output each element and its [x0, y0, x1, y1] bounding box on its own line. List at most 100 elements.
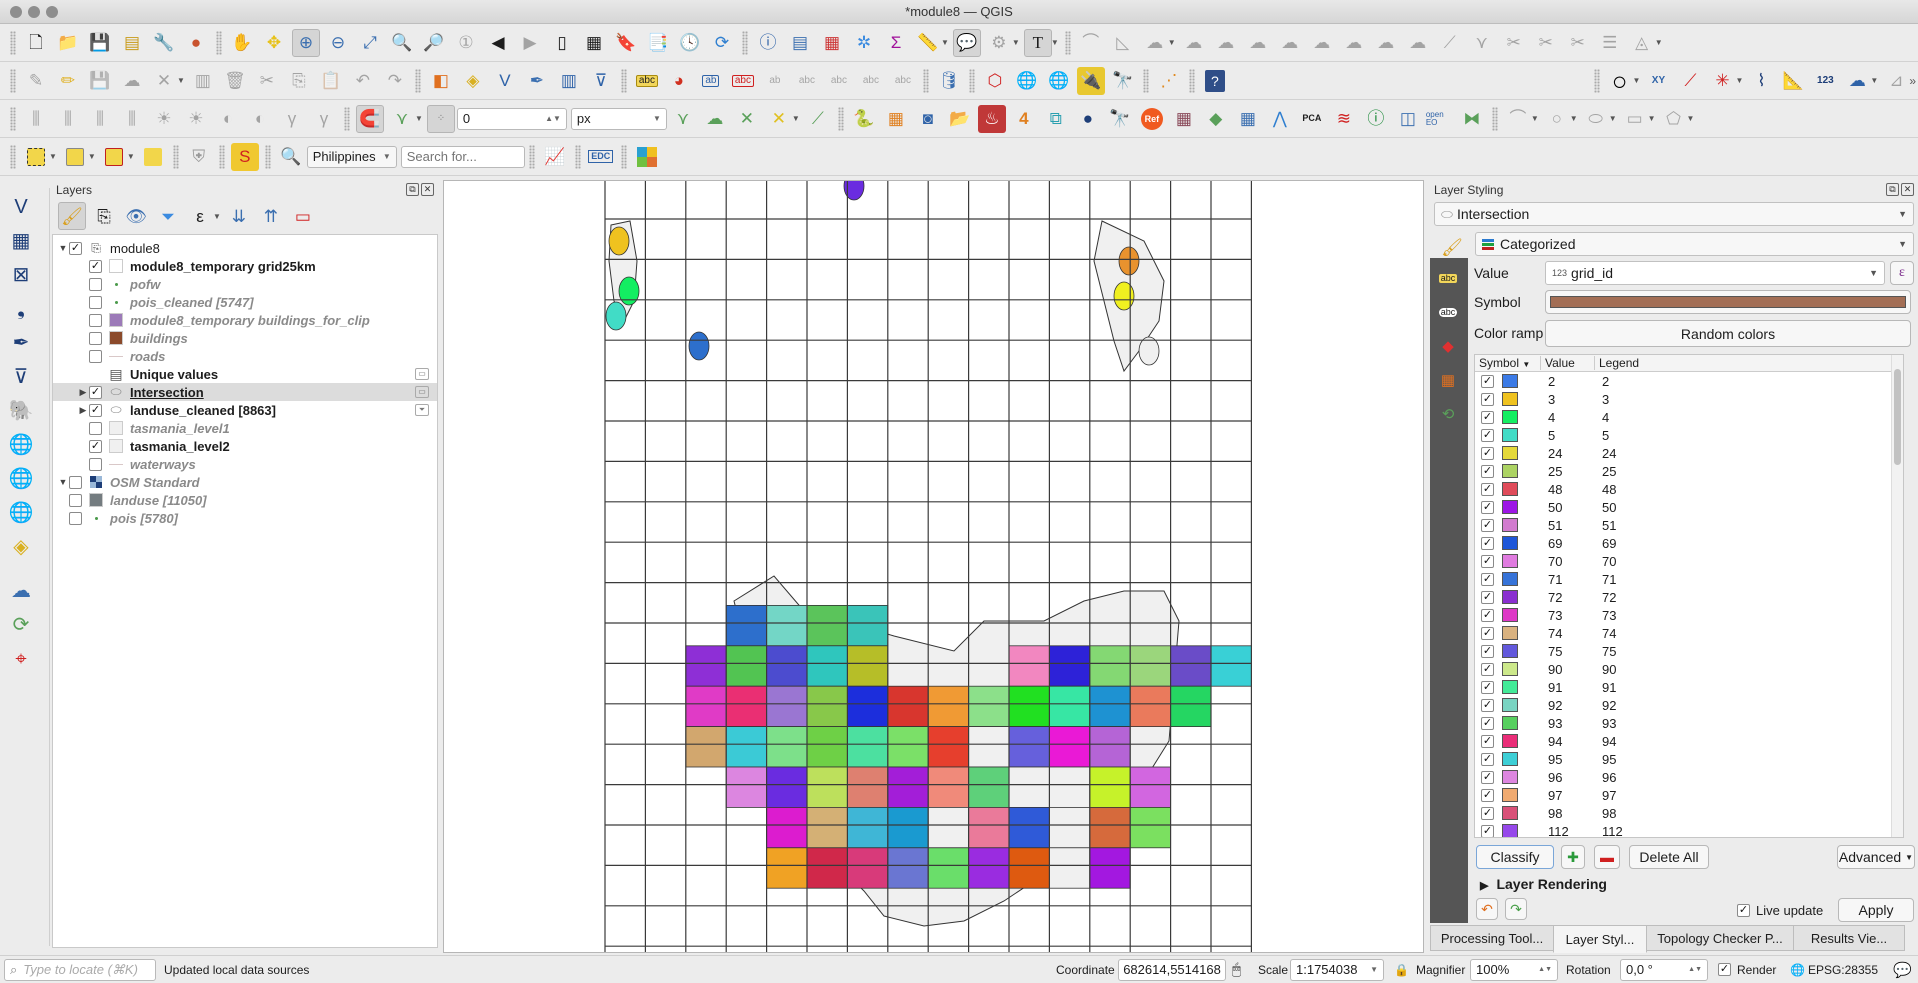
layer-visibility-checkbox[interactable]	[89, 277, 102, 291]
toolbar-grip[interactable]	[1188, 68, 1195, 93]
embedded-widget-icon[interactable]: ▭	[415, 368, 429, 380]
expand-arrow-icon[interactable]: ▶	[77, 387, 89, 398]
layer-tree-item[interactable]: ✓ module8_temporary grid25km	[53, 257, 437, 275]
category-checkbox[interactable]: ✓	[1481, 680, 1494, 694]
category-checkbox[interactable]: ✓	[1481, 590, 1494, 604]
renderer-select[interactable]: Categorized ▼	[1475, 232, 1914, 256]
layer-rendering-section[interactable]: ▶ Layer Rendering	[1480, 876, 1607, 892]
layer-tree-item[interactable]: landuse [11050]	[53, 491, 437, 509]
chevron-down-icon[interactable]: ▼	[49, 152, 57, 161]
reshape-features-icon[interactable]: ☁	[1141, 29, 1169, 57]
layer-visibility-checkbox[interactable]	[89, 331, 102, 345]
advanced-digitize-icon[interactable]: ⫼	[54, 105, 82, 133]
category-row[interactable]: ✓ 94 94	[1475, 732, 1903, 750]
snapping-tolerance-input[interactable]: 0 ▲▼	[456, 107, 567, 130]
category-color-swatch[interactable]	[1502, 662, 1518, 676]
lower-shadow-icon[interactable]: ◐	[246, 105, 274, 133]
intersection-tool-icon[interactable]: ✳	[1708, 67, 1736, 95]
raise-lighting-icon[interactable]: ☀	[150, 105, 178, 133]
digitize-segment-icon[interactable]: ⟋	[1676, 67, 1704, 95]
advanced-button[interactable]: Advanced ▼	[1837, 845, 1915, 869]
category-color-swatch[interactable]	[1502, 374, 1518, 388]
advanced-digitize-icon[interactable]: ⫼	[86, 105, 114, 133]
toolbar-grip[interactable]	[218, 144, 225, 169]
terrain-profile-icon[interactable]: ≋	[1330, 105, 1358, 133]
category-row[interactable]: ✓ 95 95	[1475, 750, 1903, 768]
category-color-swatch[interactable]	[1502, 482, 1518, 496]
lower-gamma-icon[interactable]: γ	[310, 105, 338, 133]
simplify-feature-icon[interactable]: ☁	[1212, 29, 1240, 57]
layer-visibility-checkbox[interactable]: ✓	[89, 403, 102, 417]
chevron-down-icon[interactable]: ▼	[1531, 114, 1539, 123]
snapping-magnet-icon[interactable]: 🧲	[356, 104, 384, 133]
layer-tree-item[interactable]: pois [5780]	[53, 509, 437, 527]
category-row[interactable]: ✓ 93 93	[1475, 714, 1903, 732]
zoom-last-icon[interactable]: ◀	[484, 29, 512, 57]
new-geopackage-icon[interactable]: ◈	[459, 67, 487, 95]
category-checkbox[interactable]: ✓	[1481, 806, 1494, 820]
dock-tab[interactable]: Topology Checker P...	[1646, 925, 1794, 951]
layer-tree-item[interactable]: buildings	[53, 329, 437, 347]
category-row[interactable]: ✓ 4 4	[1475, 408, 1903, 426]
category-row[interactable]: ✓ 74 74	[1475, 624, 1903, 642]
layer-select[interactable]: ⬭ Intersection ▼	[1434, 202, 1914, 226]
move-label-icon[interactable]: ab	[761, 67, 789, 95]
category-checkbox[interactable]: ✓	[1481, 734, 1494, 748]
paste-features-icon[interactable]: 📋	[317, 67, 345, 95]
layer-tree-item[interactable]: ▶ ✓ ⬭ Intersection ▭	[53, 383, 437, 401]
category-checkbox[interactable]: ✓	[1481, 518, 1494, 532]
layer-visibility-checkbox[interactable]	[89, 295, 102, 309]
layer-visibility-checkbox[interactable]	[89, 421, 102, 435]
filter-icon[interactable]: ⏷	[415, 404, 429, 416]
layer-tree-item[interactable]: ✓ tasmania_level2	[53, 437, 437, 455]
category-row[interactable]: ✓ 72 72	[1475, 588, 1903, 606]
chevron-down-icon[interactable]: ▼	[941, 38, 949, 47]
category-checkbox[interactable]: ✓	[1481, 770, 1494, 784]
advanced-digitize-icon[interactable]: ⫼	[22, 105, 50, 133]
grid-plugin-icon[interactable]: ▦	[1234, 105, 1262, 133]
swipe-icon[interactable]: ◫	[1394, 105, 1422, 133]
map-tips-icon[interactable]: 💬	[952, 28, 981, 57]
category-color-swatch[interactable]	[1502, 608, 1518, 622]
category-checkbox[interactable]: ✓	[1481, 788, 1494, 802]
rotation-input[interactable]: 0,0 ° ▲▼	[1620, 958, 1708, 981]
fill-ring-icon[interactable]: ☁	[1308, 29, 1336, 57]
category-row[interactable]: ✓ 73 73	[1475, 606, 1903, 624]
help-icon[interactable]: ?	[1201, 67, 1229, 95]
new-bookmark-icon[interactable]: 🔖	[612, 29, 640, 57]
toolbar-grip[interactable]	[742, 30, 748, 55]
category-checkbox[interactable]: ✓	[1481, 446, 1494, 460]
python-console-icon[interactable]: 🐍	[850, 105, 878, 133]
merge-features-icon[interactable]: ✂	[1564, 29, 1592, 57]
locator-search-input[interactable]: ⌕ Type to locate (⌘K)	[4, 958, 156, 981]
shape-digitize-icon[interactable]: ⌒	[1504, 105, 1532, 133]
category-row[interactable]: ✓ 98 98	[1475, 804, 1903, 822]
snapping-type-icon[interactable]: ⁘	[426, 104, 455, 133]
toolbar-grip[interactable]	[1142, 68, 1149, 93]
category-row[interactable]: ✓ 2 2	[1475, 372, 1903, 390]
ref-plugin-icon[interactable]: Ref	[1138, 105, 1166, 133]
zoom-to-selection-icon[interactable]: 🔍	[388, 29, 416, 57]
category-color-swatch[interactable]	[1502, 734, 1518, 748]
value-field-select[interactable]: 123 grid_id ▼	[1545, 261, 1885, 285]
category-checkbox[interactable]: ✓	[1481, 716, 1494, 730]
chevron-down-icon[interactable]: ▼	[213, 212, 221, 221]
category-checkbox[interactable]: ✓	[1481, 572, 1494, 586]
category-checkbox[interactable]: ✓	[1481, 662, 1494, 676]
crs-button[interactable]: 🌐 EPSG:28355	[1790, 963, 1878, 977]
dock-tab[interactable]: Layer Styl...	[1553, 925, 1647, 953]
zoom-native-icon[interactable]: ①	[452, 29, 480, 57]
copy-layer-icon[interactable]: ⧉	[1042, 105, 1070, 133]
toolbar-grip[interactable]	[620, 144, 627, 169]
add-polygon-feature-icon[interactable]: ☁	[118, 67, 146, 95]
crest-plugin-icon[interactable]: ⛨	[185, 143, 213, 171]
identify-plus-icon[interactable]: ⓘ	[1362, 105, 1390, 133]
category-row[interactable]: ✓ 96 96	[1475, 768, 1903, 786]
coordinate-field[interactable]: 682614,5514168	[1118, 958, 1226, 981]
country-select[interactable]: Philippines ▼	[306, 145, 397, 168]
zoom-full-icon[interactable]: ⤢	[356, 29, 384, 57]
category-row[interactable]: ✓ 112 112	[1475, 822, 1903, 837]
add-ring-icon[interactable]: ☁	[1244, 29, 1272, 57]
category-checkbox[interactable]: ✓	[1481, 482, 1494, 496]
edc-plugin-icon[interactable]: EDC	[587, 143, 615, 171]
